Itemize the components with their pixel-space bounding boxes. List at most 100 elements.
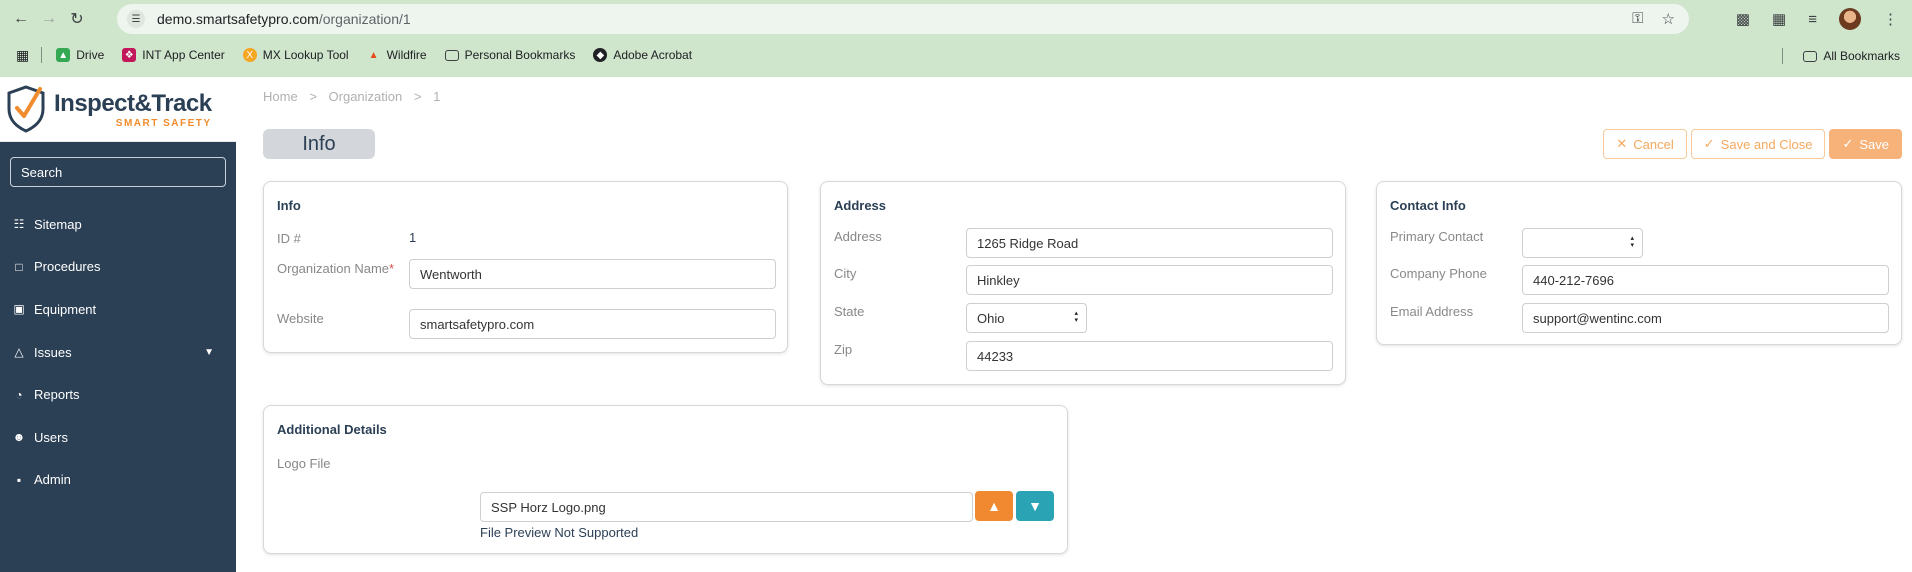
breadcrumb-separator: >: [309, 89, 317, 104]
sidebar-item-reports[interactable]: ◔ Reports: [0, 373, 236, 416]
reading-list-icon[interactable]: ≡: [1808, 11, 1817, 28]
save-label: Save: [1859, 136, 1889, 152]
upload-button[interactable]: ▲: [975, 491, 1013, 521]
company-phone-label: Company Phone: [1390, 266, 1487, 281]
email-address-field[interactable]: support@wentinc.com: [1522, 303, 1889, 333]
wildfire-icon: ▲: [368, 49, 379, 61]
sidebar-item-admin[interactable]: ▪ Admin: [0, 459, 236, 502]
reload-icon[interactable]: ↻: [66, 8, 88, 30]
all-bookmarks-label: All Bookmarks: [1823, 49, 1900, 63]
breadcrumb-organization[interactable]: Organization: [329, 89, 403, 104]
organization-name-field[interactable]: Wentworth: [409, 259, 776, 289]
save-and-close-button[interactable]: ✓ Save and Close: [1690, 129, 1826, 159]
warning-icon: △: [14, 345, 24, 360]
city-label: City: [834, 266, 857, 281]
cancel-label: Cancel: [1633, 136, 1674, 152]
toolbox-icon: ▣: [13, 302, 25, 317]
folder-icon: [444, 49, 459, 61]
brand-logo[interactable]: Inspect&Track SMART SAFETY: [0, 77, 236, 142]
back-icon[interactable]: ←: [10, 8, 32, 30]
website-label: Website: [277, 311, 324, 326]
sitemap-icon: ☷: [13, 217, 25, 232]
url-text: demo.smartsafetypro.com/organization/1: [157, 11, 411, 27]
address-card: Address Address 1265 Ridge Road City Hin…: [820, 181, 1346, 385]
sidebar-item-label: Issues: [34, 344, 72, 360]
zip-field[interactable]: 44233: [966, 341, 1333, 371]
close-icon: ✕: [1616, 136, 1628, 151]
upload-icon: ▲: [987, 498, 1001, 514]
breadcrumb-separator: >: [413, 89, 422, 104]
sidebar-item-equipment[interactable]: ▣ Equipment: [0, 288, 236, 331]
sidebar-item-label: Sitemap: [34, 216, 82, 232]
address-label: Address: [834, 229, 882, 244]
forward-icon[interactable]: →: [38, 8, 60, 30]
company-phone-field[interactable]: 440-212-7696: [1522, 265, 1889, 295]
website-field[interactable]: smartsafetypro.com: [409, 309, 776, 339]
chevron-down-icon[interactable]: ▼: [204, 347, 214, 358]
bookmark-personal[interactable]: Personal Bookmarks: [444, 48, 575, 62]
contact-info-card: Contact Info Primary Contact Company Pho…: [1376, 181, 1902, 345]
site-info-icon[interactable]: ☰: [127, 10, 145, 28]
organization-name-label-text: Organization Name: [277, 261, 389, 276]
sidebar-item-label: Admin: [34, 472, 71, 488]
breadcrumb-home[interactable]: Home: [263, 89, 298, 104]
all-bookmarks[interactable]: All Bookmarks: [1782, 48, 1900, 64]
book-icon: □: [15, 259, 23, 274]
users-icon: ☻: [12, 430, 26, 445]
save-button[interactable]: ✓ Save: [1829, 129, 1902, 159]
admin-icon: ▪: [16, 472, 22, 487]
password-key-icon[interactable]: ⚿: [1632, 10, 1643, 28]
city-field[interactable]: Hinkley: [966, 265, 1333, 295]
info-card-title: Info: [277, 198, 301, 213]
zip-label: Zip: [834, 342, 853, 357]
download-icon: ▼: [1028, 498, 1042, 514]
bookmark-label: Adobe Acrobat: [613, 48, 693, 62]
extensions-icon[interactable]: ▩: [1736, 10, 1750, 28]
logo-file-field[interactable]: SSP Horz Logo.png: [480, 492, 973, 522]
bookmarks-bar: ▦ ▲ Drive ❖ INT App Center X MX Lookup T…: [0, 42, 1912, 68]
bookmark-acrobat[interactable]: ◆ Adobe Acrobat: [593, 48, 692, 62]
address-bar[interactable]: ☰ demo.smartsafetypro.com/organization/1…: [117, 4, 1689, 34]
bookmark-star-icon[interactable]: ☆: [1662, 10, 1675, 28]
organization-name-label: Organization Name*: [277, 260, 409, 277]
chart-pie-icon: ◔: [15, 387, 23, 402]
state-label: State: [834, 304, 865, 319]
email-address-label: Email Address: [1390, 304, 1474, 319]
cancel-button[interactable]: ✕ Cancel: [1603, 129, 1687, 159]
sidebar-nav: ☷ Sitemap □ Procedures ▣ Equipment △ Iss…: [0, 203, 236, 501]
check-icon: ✓: [1703, 136, 1715, 151]
sidebar-item-procedures[interactable]: □ Procedures: [0, 246, 236, 289]
primary-contact-label: Primary Contact: [1390, 229, 1484, 244]
logo-file-label: Logo File: [277, 456, 331, 471]
download-button[interactable]: ▼: [1016, 491, 1054, 521]
menu-icon[interactable]: ⋮: [1883, 10, 1898, 28]
mx-icon: X: [242, 48, 257, 62]
contact-card-title: Contact Info: [1390, 198, 1466, 213]
apps-grid-icon[interactable]: ▦: [16, 47, 29, 64]
drive-icon: ▲: [56, 48, 71, 62]
sidebar-item-users[interactable]: ☻ Users: [0, 416, 236, 459]
sidebar-item-issues[interactable]: △ Issues ▼: [0, 331, 236, 374]
info-card: Info ID # 1 Organization Name* Wentworth…: [263, 181, 788, 353]
sidebar-item-label: Equipment: [34, 301, 97, 317]
acrobat-icon: ◆: [593, 48, 608, 62]
bookmarks-divider: [41, 47, 43, 63]
bookmark-int-app-center[interactable]: ❖ INT App Center: [122, 48, 225, 62]
id-label: ID #: [277, 231, 301, 246]
bookmark-drive[interactable]: ▲ Drive: [56, 48, 104, 62]
tab-search-icon[interactable]: ▦: [1772, 10, 1786, 28]
address-card-title: Address: [834, 198, 887, 213]
browser-chrome: ← → ↻ ☰ demo.smartsafetypro.com/organiza…: [0, 0, 1912, 77]
sidebar-search-input[interactable]: Search: [10, 157, 226, 187]
form-actions: ✕ Cancel ✓ Save and Close ✓ Save: [1603, 129, 1902, 159]
profile-avatar[interactable]: [1839, 8, 1861, 30]
sidebar-item-sitemap[interactable]: ☷ Sitemap: [0, 203, 236, 246]
bookmark-mx-lookup[interactable]: X MX Lookup Tool: [242, 48, 349, 62]
primary-contact-select[interactable]: [1522, 228, 1643, 258]
bookmark-wildfire[interactable]: ▲ Wildfire: [367, 48, 427, 62]
sidebar-item-label: Users: [34, 429, 68, 445]
state-select[interactable]: Ohio: [966, 303, 1087, 333]
address-field[interactable]: 1265 Ridge Road: [966, 228, 1333, 258]
page-title: Info: [263, 129, 375, 159]
brand-name: Inspect&Track: [54, 89, 212, 117]
